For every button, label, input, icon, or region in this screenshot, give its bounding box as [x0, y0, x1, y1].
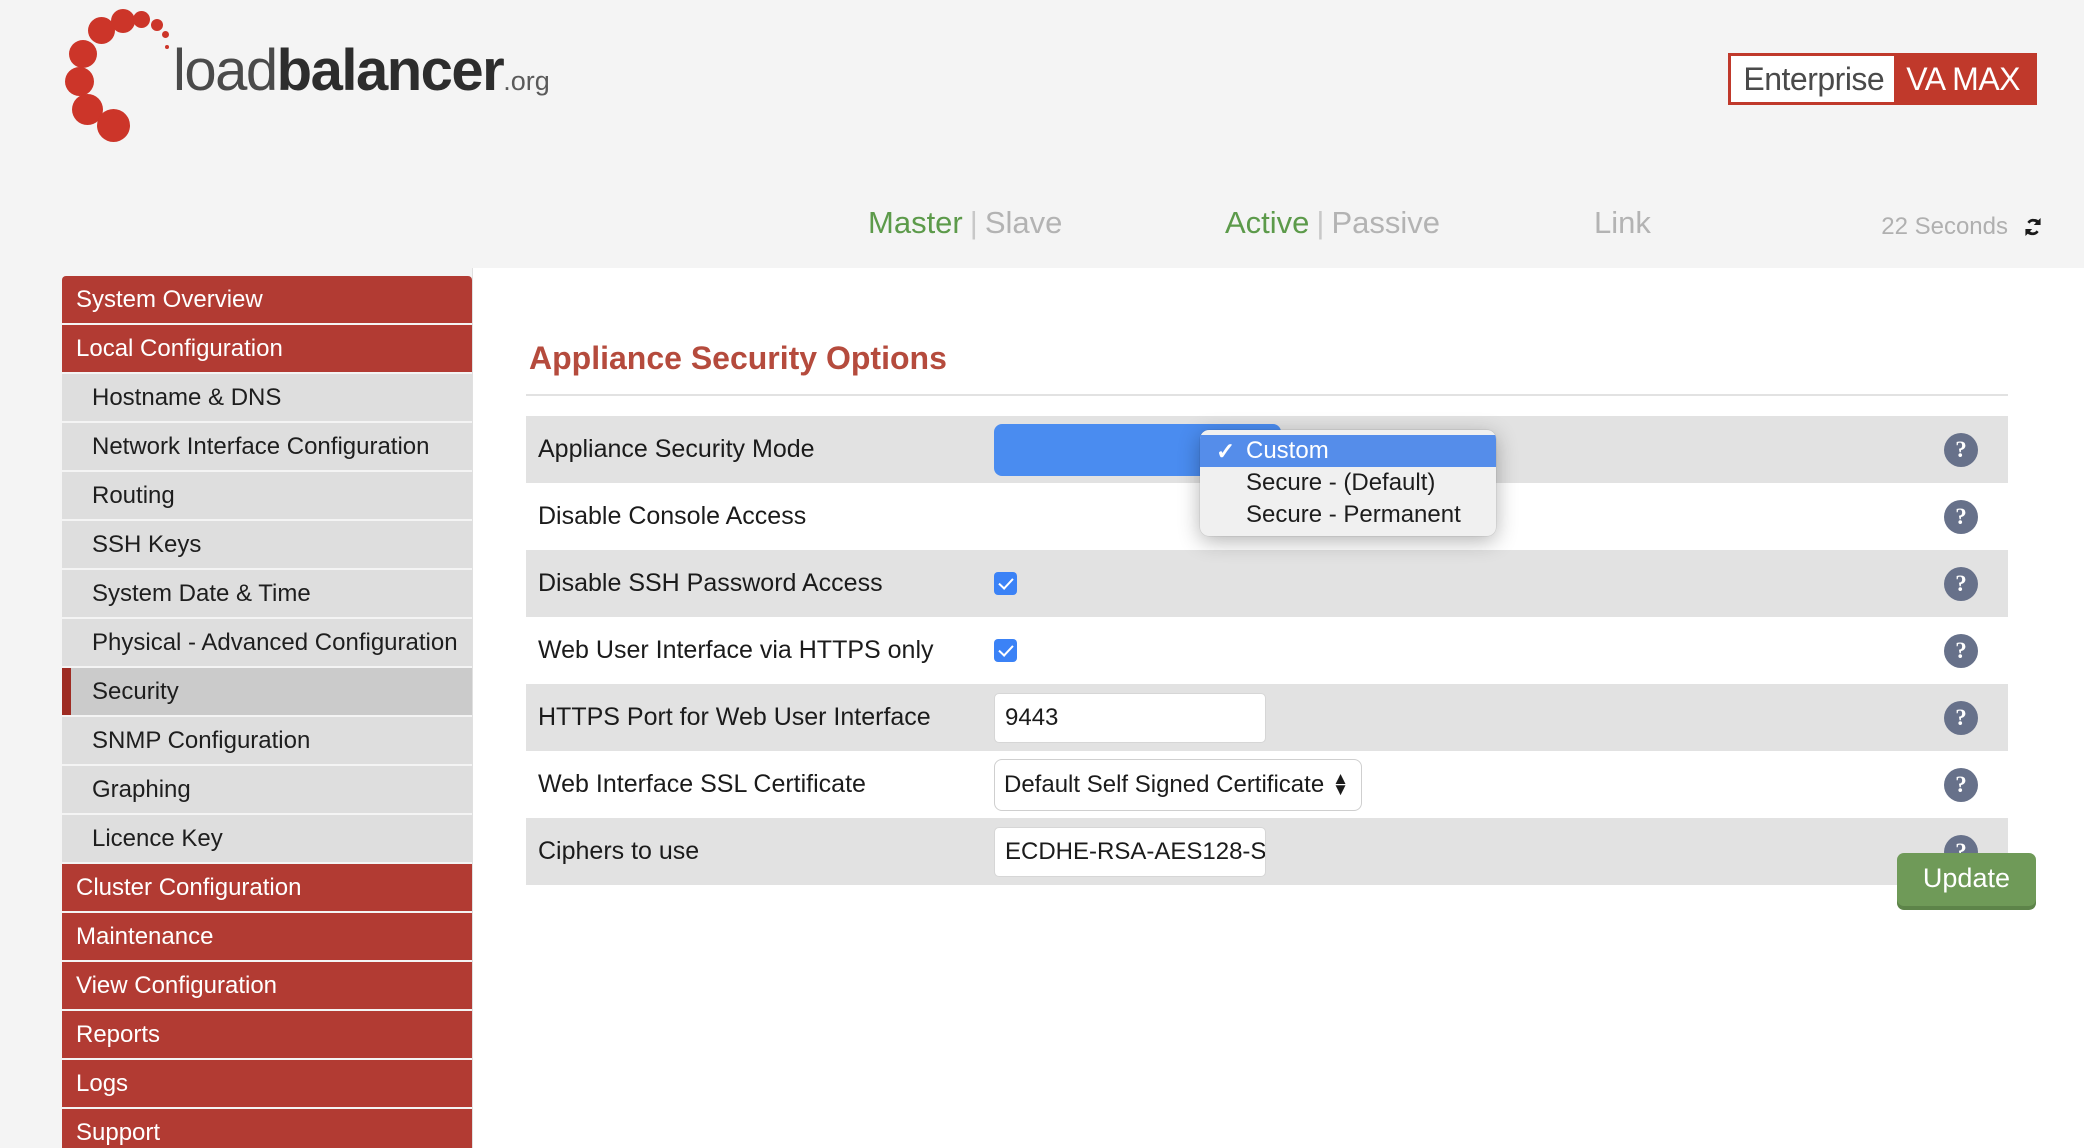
settings-row: HTTPS Port for Web User Interface 9443? — [526, 684, 2008, 751]
settings-row: Disable SSH Password Access? — [526, 550, 2008, 617]
select-value: Default Self Signed Certificate — [1004, 770, 1325, 798]
status-strip: Master | Slave Active | Passive Link 22 Seco… — [0, 205, 2084, 260]
row-label: Ciphers to use — [538, 837, 700, 865]
sidebar-item-cluster-configuration[interactable]: Cluster Configuration — [62, 864, 472, 911]
edition-badge-name: Enterprise — [1731, 56, 1895, 102]
edition-badge-model: VA MAX — [1894, 56, 2034, 102]
row-label: Web User Interface via HTTPS only — [538, 636, 934, 664]
help-icon[interactable]: ? — [1944, 566, 1978, 601]
logo-dot-3 — [162, 31, 169, 38]
logo-text-light: load — [173, 38, 278, 103]
help-icon[interactable]: ? — [1944, 633, 1978, 668]
refresh-icon[interactable] — [2020, 214, 2046, 240]
status-ha-role: Master | Slave — [868, 205, 1062, 241]
logo-text-org: .org — [503, 66, 550, 96]
brand-logo[interactable]: loadbalancer.org — [55, 8, 655, 158]
row-label: Web Interface SSL Certificate — [538, 770, 866, 798]
logo-dot-4 — [165, 45, 169, 49]
sidebar-item-hostname-dns[interactable]: Hostname & DNS — [62, 374, 472, 421]
sidebar-item-physical-advanced-configuration[interactable]: Physical - Advanced Configuration — [62, 619, 472, 666]
sidebar-item-network-interface-configuration[interactable]: Network Interface Configuration — [62, 423, 472, 470]
logo-wordmark: loadbalancer.org — [173, 42, 550, 100]
sidebar-item-view-configuration[interactable]: View Configuration — [62, 962, 472, 1009]
main-content-panel: Appliance Security Options Appliance Sec… — [472, 268, 2084, 1148]
dropdown-option[interactable]: Secure - Permanent — [1200, 499, 1496, 531]
security-mode-dropdown-popup[interactable]: CustomSecure - (Default)Secure - Permane… — [1200, 430, 1496, 536]
dropdown-option[interactable]: Custom — [1200, 435, 1496, 467]
status-state-separator: | — [1316, 205, 1325, 240]
app-header: loadbalancer.org Enterprise VA MAX — [0, 0, 2084, 186]
sidebar-item-support[interactable]: Support — [62, 1109, 472, 1148]
row-label: Disable SSH Password Access — [538, 569, 883, 597]
text-input[interactable]: 9443 — [994, 692, 1266, 743]
dropdown-option[interactable]: Secure - (Default) — [1200, 467, 1496, 499]
row-control: ECDHE-RSA-AES128-SH — [994, 826, 1266, 877]
logo-dot-6 — [69, 40, 97, 68]
sidebar-item-maintenance[interactable]: Maintenance — [62, 913, 472, 960]
row-label: HTTPS Port for Web User Interface — [538, 703, 931, 731]
settings-row: Web User Interface via HTTPS only? — [526, 617, 2008, 684]
sidebar-item-system-overview[interactable]: System Overview — [62, 276, 472, 323]
sidebar-item-reports[interactable]: Reports — [62, 1011, 472, 1058]
row-label: Disable Console Access — [538, 502, 807, 530]
logo-text-bold: balancer — [276, 38, 505, 103]
chevron-updown-icon: ▲ ▼ — [1332, 768, 1349, 799]
status-active-label: Active — [1225, 205, 1310, 240]
title-divider — [526, 394, 2008, 396]
logo-dot-1 — [133, 11, 150, 28]
row-control: 9443 — [994, 692, 1266, 743]
sidebar-item-graphing[interactable]: Graphing — [62, 766, 472, 813]
help-icon[interactable]: ? — [1944, 767, 1978, 802]
refresh-timer-label: 22 Seconds — [1881, 213, 2008, 240]
sidebar-item-system-date-time[interactable]: System Date & Time — [62, 570, 472, 617]
settings-row: Web Interface SSL Certificate Default Sel… — [526, 751, 2008, 818]
sidebar-item-local-configuration[interactable]: Local Configuration — [62, 325, 472, 372]
edition-badge: Enterprise VA MAX — [1728, 53, 2037, 105]
checkbox-checked[interactable] — [994, 572, 1017, 595]
text-input[interactable]: ECDHE-RSA-AES128-SH — [994, 826, 1266, 877]
status-passive-label: Passive — [1331, 205, 1441, 240]
logo-dot-7 — [65, 67, 94, 96]
logo-dot-9 — [97, 109, 130, 142]
sidebar-item-snmp-configuration[interactable]: SNMP Configuration — [62, 717, 472, 764]
logo-dot-5 — [88, 17, 115, 44]
refresh-indicator[interactable]: 22 Seconds — [1881, 213, 2046, 241]
help-icon[interactable]: ? — [1944, 499, 1978, 534]
status-slave-label: Slave — [984, 205, 1063, 240]
page-title: Appliance Security Options — [529, 340, 947, 376]
status-ha-state: Active | Passive — [1225, 205, 1440, 241]
status-master-label: Master — [868, 205, 963, 240]
row-label: Appliance Security Mode — [538, 435, 815, 463]
help-icon[interactable]: ? — [1944, 700, 1978, 735]
status-role-separator: | — [969, 205, 978, 240]
ssl-certificate-select[interactable]: Default Self Signed Certificate ▲ ▼ — [994, 758, 1362, 811]
sidebar-item-routing[interactable]: Routing — [62, 472, 472, 519]
help-icon[interactable]: ? — [1944, 432, 1978, 467]
status-link-label: Link — [1594, 205, 1651, 240]
sidebar-item-security[interactable]: Security — [62, 668, 472, 715]
checkbox-checked[interactable] — [994, 639, 1017, 662]
settings-row: Ciphers to use ECDHE-RSA-AES128-SH? — [526, 818, 2008, 885]
sidebar-item-licence-key[interactable]: Licence Key — [62, 815, 472, 862]
sidebar-nav: System Overview Local Configuration Hostna… — [62, 276, 472, 1148]
row-control: Default Self Signed Certificate ▲ ▼ — [994, 758, 1362, 811]
update-button[interactable]: Update — [1896, 853, 2036, 906]
sidebar-item-logs[interactable]: Logs — [62, 1060, 472, 1107]
logo-dot-2 — [151, 19, 163, 31]
row-control — [994, 572, 1017, 595]
row-control — [994, 639, 1017, 662]
sidebar-item-ssh-keys[interactable]: SSH Keys — [62, 521, 472, 568]
